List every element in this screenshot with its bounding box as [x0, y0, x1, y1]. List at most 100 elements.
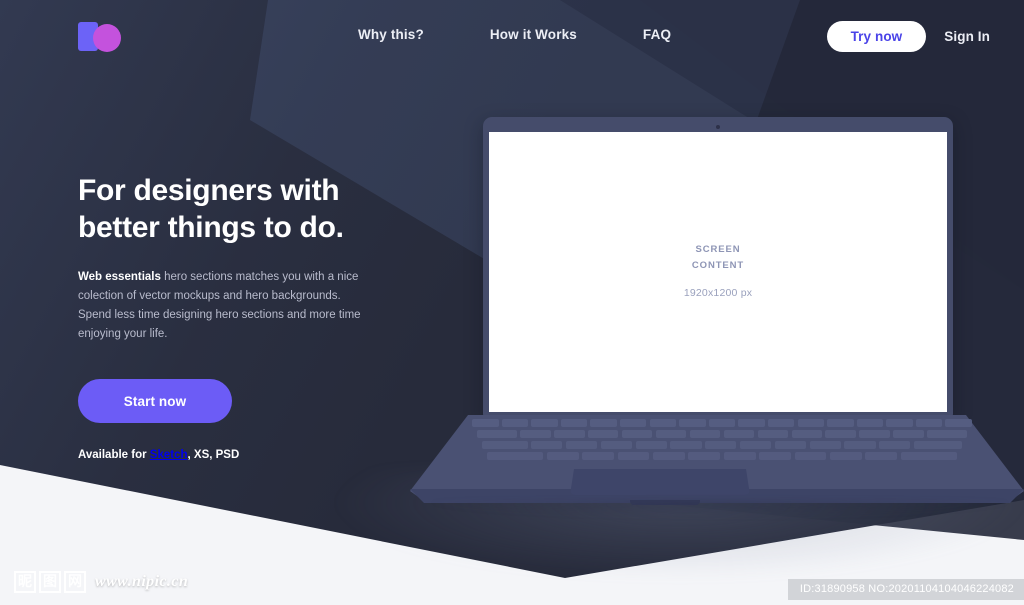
- keyboard-key: [723, 430, 755, 438]
- main-navigation: Why this? How it Works FAQ: [358, 27, 671, 42]
- keyboard-key: [740, 441, 772, 449]
- keyboard-key: [501, 419, 529, 427]
- screen-placeholder: SCREEN CONTENT 1920x1200 px: [489, 242, 947, 299]
- keyboard-key: [914, 441, 962, 449]
- keyboard-key: [759, 452, 791, 460]
- keyboard-key: [472, 419, 499, 427]
- keyboard-key: [945, 419, 972, 427]
- keyboard-row: [472, 452, 972, 461]
- watermark-char-1: 昵: [14, 571, 36, 593]
- keyboard-key: [653, 452, 685, 460]
- keyboard-key: [915, 419, 943, 427]
- laptop-base: [410, 415, 1024, 517]
- screen-label-line-2: CONTENT: [691, 259, 745, 271]
- try-now-button[interactable]: Try now: [826, 21, 927, 52]
- keyboard-row: [472, 430, 972, 439]
- watermark-char-2: 图: [39, 571, 61, 593]
- keyboard-key: [825, 430, 856, 438]
- keyboard-key: [482, 441, 528, 449]
- keyboard-key: [774, 441, 806, 449]
- keyboard-key: [531, 441, 563, 449]
- keyboard-key: [617, 452, 650, 460]
- keyboard-key: [590, 419, 617, 427]
- keyboard-key: [879, 441, 911, 449]
- laptop-screen: SCREEN CONTENT 1920x1200 px: [489, 132, 947, 412]
- keyboard-key: [554, 430, 585, 438]
- keyboard-key: [830, 452, 862, 460]
- keyboard-key: [560, 419, 588, 427]
- hero-title-line-1: For designers with: [78, 174, 340, 207]
- keyboard-key: [797, 419, 825, 427]
- keyboard-key: [794, 452, 827, 460]
- keyboard-key: [723, 452, 756, 460]
- sign-in-link[interactable]: Sign In: [944, 29, 990, 44]
- keyboard-key: [893, 430, 924, 438]
- auth-actions: Try now Sign In: [826, 21, 990, 52]
- keyboard-key: [688, 452, 721, 460]
- keyboard-key: [582, 452, 614, 460]
- keyboard-key: [738, 419, 765, 427]
- site-header: Why this? How it Works FAQ Try now Sign …: [0, 0, 1024, 72]
- keyboard-key: [886, 419, 913, 427]
- start-now-button[interactable]: Start now: [78, 379, 232, 424]
- keyboard-key: [588, 430, 619, 438]
- keyboard-key: [600, 441, 632, 449]
- keyboard-key: [865, 452, 898, 460]
- watermark-char-3: 网: [64, 571, 86, 593]
- keyboard-key: [655, 430, 687, 438]
- sketch-link[interactable]: Sketch: [150, 449, 188, 461]
- image-id-bar: ID:31890958 NO:20201104104046224082: [787, 579, 1024, 600]
- keyboard-key: [649, 419, 677, 427]
- available-rest: , XS, PSD: [187, 449, 240, 462]
- hero-description: Web essentials hero sections matches you…: [78, 268, 368, 343]
- laptop-base-shadow: [430, 501, 1010, 517]
- keyboard-key: [705, 441, 737, 449]
- hero-section: For designers with better things to do. …: [78, 172, 408, 461]
- keyboard-key: [487, 452, 544, 460]
- keyboard-row: [472, 419, 972, 428]
- laptop-lid: SCREEN CONTENT 1920x1200 px: [483, 117, 953, 417]
- available-formats: Available for Sketch, XS, PSD: [78, 449, 408, 461]
- keyboard-row: [472, 441, 972, 450]
- nav-item-how-it-works[interactable]: How it Works: [490, 27, 577, 42]
- keyboard-key: [546, 452, 579, 460]
- hero-title-line-2: better things to do.: [78, 211, 344, 245]
- available-prefix: Available for: [78, 449, 150, 462]
- logo-circle-icon: [93, 24, 121, 52]
- keyboard-key: [757, 430, 789, 438]
- keyboard-key: [619, 419, 647, 427]
- keyboard-key: [844, 441, 876, 449]
- keyboard-key: [689, 430, 721, 438]
- hero-description-emphasis: Web essentials: [78, 271, 161, 284]
- keyboard-key: [520, 430, 551, 438]
- laptop-mockup: SCREEN CONTENT 1920x1200 px: [410, 112, 1024, 517]
- keyboard-key: [927, 430, 967, 438]
- keyboard-key: [856, 419, 884, 427]
- laptop-keyboard: [472, 419, 972, 463]
- keyboard-key: [767, 419, 795, 427]
- keyboard-key: [859, 430, 890, 438]
- screen-dimensions: 1920x1200 px: [683, 287, 753, 300]
- laptop-trackpad: [570, 469, 750, 495]
- keyboard-key: [900, 452, 957, 460]
- keyboard-key: [827, 419, 854, 427]
- page-title: For designers with better things to do.: [78, 172, 408, 246]
- watermark-url: www.nipic.cn: [95, 573, 189, 590]
- webcam-icon: [716, 125, 720, 129]
- keyboard-key: [809, 441, 841, 449]
- page-root: Why this? How it Works FAQ Try now Sign …: [0, 0, 1024, 605]
- nav-item-faq[interactable]: FAQ: [643, 27, 671, 42]
- watermark: 昵 图 网 www.nipic.cn: [14, 571, 188, 593]
- keyboard-key: [791, 430, 822, 438]
- keyboard-key: [679, 419, 706, 427]
- nav-item-why-this[interactable]: Why this?: [358, 27, 424, 42]
- keyboard-key: [531, 419, 558, 427]
- keyboard-key: [708, 419, 736, 427]
- screen-label-line-1: SCREEN: [695, 244, 741, 255]
- keyboard-key: [670, 441, 702, 449]
- watermark-logo: 昵 图 网: [14, 571, 86, 593]
- keyboard-key: [477, 430, 517, 438]
- brand-logo[interactable]: [78, 22, 126, 52]
- keyboard-key: [566, 441, 598, 449]
- keyboard-key: [635, 441, 667, 449]
